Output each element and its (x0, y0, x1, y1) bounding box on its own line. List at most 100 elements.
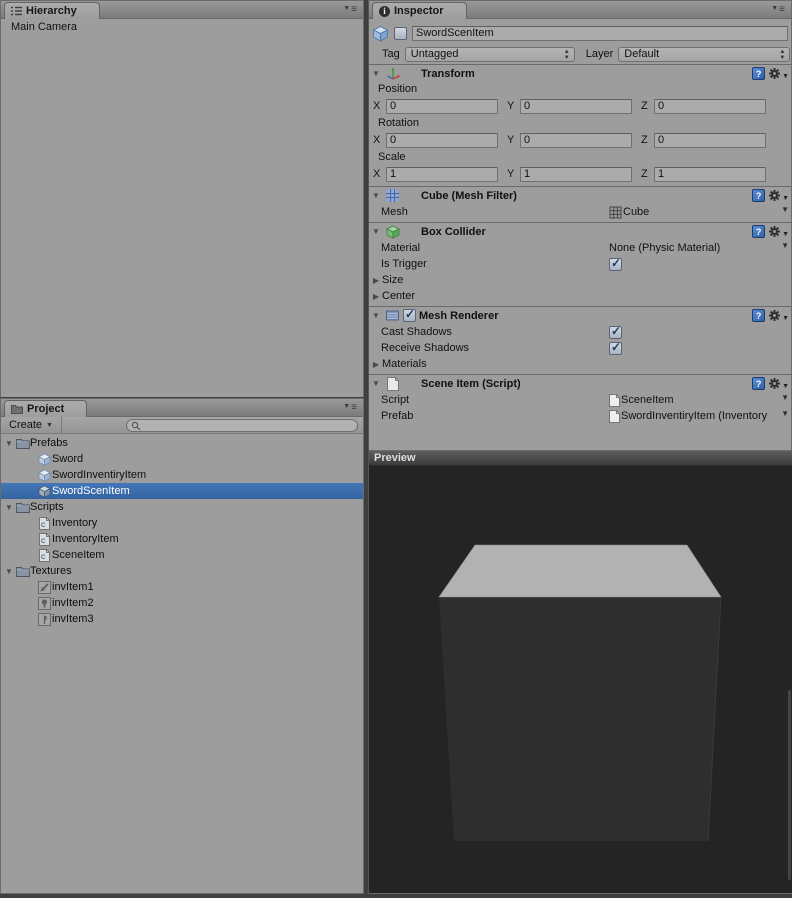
gameobject-active-checkbox[interactable] (394, 27, 407, 40)
tree-row-swordinventiryitem[interactable]: SwordInventiryItem (1, 467, 363, 483)
gear-icon[interactable]: ▼ (768, 309, 789, 322)
material-object-field[interactable]: None (Physic Material) (609, 242, 720, 254)
gear-icon[interactable]: ▼ (768, 225, 789, 238)
list-icon (11, 6, 22, 16)
mesh-renderer-enabled-checkbox[interactable] (403, 309, 416, 322)
gameobject-header (369, 19, 791, 42)
position-z-field[interactable] (654, 99, 766, 114)
transform-header[interactable]: ▼ Transform ? ▼ (369, 65, 791, 82)
help-icon[interactable]: ? (752, 309, 765, 322)
tree-row-prefabs[interactable]: ▼ Prefabs (1, 435, 363, 451)
project-panel: Project ▼≡ Create ▼ ▼ Prefabs Sword (0, 398, 364, 894)
create-button[interactable]: Create ▼ (1, 417, 62, 433)
foldout-open-icon[interactable]: ▼ (370, 69, 382, 78)
gear-caret-icon: ▼ (782, 383, 789, 390)
mesh-object-field[interactable]: Cube (609, 206, 649, 219)
gear-icon[interactable]: ▼ (768, 189, 789, 202)
help-icon[interactable]: ? (752, 225, 765, 238)
object-picker-icon[interactable]: ▼ (781, 241, 789, 250)
box-collider-header[interactable]: ▼ Box Collider ? ▼ (369, 223, 791, 240)
materials-row[interactable]: ▶ Materials (369, 356, 791, 372)
tree-row-inventory[interactable]: C Inventory (1, 515, 363, 531)
receive-shadows-label: Receive Shadows (381, 342, 609, 354)
gameobject-name-field[interactable] (412, 26, 788, 41)
tree-row-scripts[interactable]: ▼ Scripts (1, 499, 363, 515)
tree-row-sword[interactable]: Sword (1, 451, 363, 467)
gameobject-cube-icon (372, 25, 389, 42)
foldout-closed-icon[interactable]: ▶ (370, 292, 382, 301)
position-label: Position (369, 82, 791, 96)
prefab-cube-icon (37, 469, 52, 482)
search-box[interactable] (126, 419, 358, 432)
cast-shadows-label: Cast Shadows (381, 326, 609, 338)
object-picker-icon[interactable]: ▼ (781, 393, 789, 402)
scale-z-field[interactable] (654, 167, 766, 182)
object-picker-icon[interactable]: ▼ (781, 409, 789, 418)
foldout-open-icon[interactable]: ▼ (370, 311, 382, 320)
folder-icon (15, 566, 30, 577)
foldout-open-icon[interactable]: ▼ (370, 379, 382, 388)
preview-header[interactable]: Preview (369, 450, 792, 466)
object-picker-icon[interactable]: ▼ (781, 205, 789, 214)
receive-shadows-checkbox[interactable] (609, 342, 622, 355)
is-trigger-checkbox[interactable] (609, 258, 622, 271)
tab-inspector[interactable]: i Inspector (372, 2, 467, 19)
foldout-open-icon[interactable]: ▼ (370, 227, 382, 236)
scene-item-header[interactable]: ▼ Scene Item (Script) ? ▼ (369, 375, 791, 392)
tree-row-swordscenitem-selected[interactable]: SwordScenItem (1, 483, 363, 499)
foldout-closed-icon[interactable]: ▶ (370, 276, 382, 285)
foldout-open-icon[interactable]: ▼ (3, 567, 15, 576)
mesh-filter-header[interactable]: ▼ Cube (Mesh Filter) ? ▼ (369, 187, 791, 204)
project-tree: ▼ Prefabs Sword SwordInventiryItem Sword… (1, 434, 363, 627)
mesh-renderer-header[interactable]: ▼ Mesh Renderer ? ▼ (369, 307, 791, 324)
prefab-object-field[interactable]: SwordInventiryItem (Inventory (609, 410, 767, 423)
mesh-label: Mesh (381, 206, 609, 218)
foldout-closed-icon[interactable]: ▶ (370, 360, 382, 369)
script-object-field[interactable]: SceneItem (609, 394, 674, 407)
gear-icon[interactable]: ▼ (768, 377, 789, 390)
mesh-grid-icon (609, 206, 622, 219)
hierarchy-item-main-camera[interactable]: Main Camera (1, 19, 363, 35)
search-input[interactable] (141, 420, 357, 431)
foldout-open-icon[interactable]: ▼ (370, 191, 382, 200)
rotation-z-field[interactable] (654, 133, 766, 148)
tree-row-inventoryitem[interactable]: C InventoryItem (1, 531, 363, 547)
tree-row-invitem1[interactable]: invItem1 (1, 579, 363, 595)
preview-viewport[interactable] (369, 466, 792, 893)
axis-z-label: Z (640, 168, 654, 180)
dropdown-carets-icon: ▲▼ (779, 49, 785, 61)
cast-shadows-checkbox[interactable] (609, 326, 622, 339)
tree-row-invitem2[interactable]: invItem2 (1, 595, 363, 611)
axis-x-label: X (372, 100, 386, 112)
folder-icon (15, 438, 30, 449)
layer-dropdown[interactable]: Default ▲▼ (618, 47, 790, 62)
tag-dropdown[interactable]: Untagged ▲▼ (405, 47, 575, 62)
tree-row-invitem3[interactable]: invItem3 (1, 611, 363, 627)
tree-row-textures[interactable]: ▼ Textures (1, 563, 363, 579)
pane-menu-icon[interactable]: ▼≡ (343, 4, 358, 15)
foldout-open-icon[interactable]: ▼ (3, 503, 15, 512)
center-row[interactable]: ▶ Center (369, 288, 791, 304)
scale-y-field[interactable] (520, 167, 632, 182)
foldout-open-icon[interactable]: ▼ (3, 439, 15, 448)
help-icon[interactable]: ? (752, 189, 765, 202)
help-icon[interactable]: ? (752, 377, 765, 390)
position-x-field[interactable] (386, 99, 498, 114)
rotation-x-field[interactable] (386, 133, 498, 148)
axis-x-label: X (372, 168, 386, 180)
scale-x-field[interactable] (386, 167, 498, 182)
size-row[interactable]: ▶ Size (369, 272, 791, 288)
gear-icon[interactable]: ▼ (768, 67, 789, 80)
pane-menu-icon[interactable]: ▼≡ (771, 4, 786, 15)
help-icon[interactable]: ? (752, 67, 765, 80)
tree-row-sceneitem[interactable]: C SceneItem (1, 547, 363, 563)
size-label: Size (382, 274, 403, 286)
pane-menu-icon[interactable]: ▼≡ (343, 402, 358, 413)
tab-hierarchy[interactable]: Hierarchy (4, 2, 100, 19)
rotation-y-field[interactable] (520, 133, 632, 148)
folder-icon (15, 502, 30, 513)
axis-y-label: Y (506, 134, 520, 146)
scene-item-title: Scene Item (Script) (421, 378, 521, 390)
position-y-field[interactable] (520, 99, 632, 114)
tab-project[interactable]: Project (4, 400, 87, 417)
